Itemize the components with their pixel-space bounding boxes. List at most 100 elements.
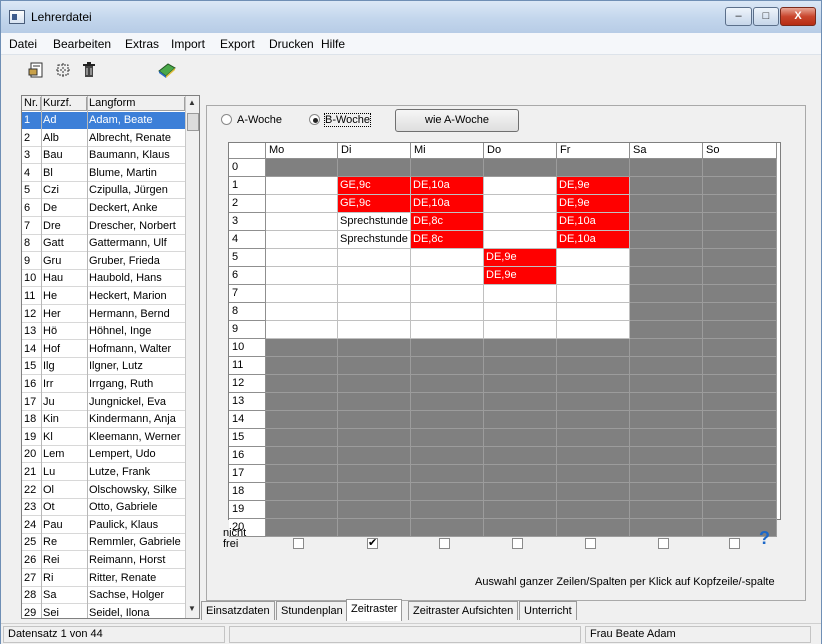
- grid-corner[interactable]: [229, 143, 266, 159]
- day-header[interactable]: Fr: [557, 143, 630, 159]
- nicht-frei-checkbox[interactable]: [729, 538, 740, 549]
- timetable-cell[interactable]: [557, 321, 630, 339]
- timetable-lesson-cell[interactable]: DE,10a: [557, 231, 630, 249]
- timetable-cell[interactable]: [266, 465, 338, 483]
- timetable-cell[interactable]: [630, 267, 703, 285]
- teacher-row[interactable]: 21 Lu Lutze, Frank: [22, 464, 185, 481]
- timetable-cell[interactable]: [338, 465, 411, 483]
- day-header[interactable]: Di: [338, 143, 411, 159]
- day-header[interactable]: Do: [484, 143, 557, 159]
- timetable-cell[interactable]: [411, 519, 484, 537]
- scroll-up-icon[interactable]: ▲: [188, 98, 196, 107]
- timetable-cell[interactable]: [411, 267, 484, 285]
- timetable-cell[interactable]: [484, 429, 557, 447]
- timetable-cell[interactable]: [630, 303, 703, 321]
- timetable-cell[interactable]: [484, 357, 557, 375]
- menu-export[interactable]: Export: [220, 37, 255, 51]
- teacher-row[interactable]: 17 Ju Jungnickel, Eva: [22, 394, 185, 411]
- timetable-cell[interactable]: [266, 411, 338, 429]
- period-header[interactable]: 12: [229, 375, 266, 393]
- timetable-cell[interactable]: [338, 285, 411, 303]
- timetable-lesson-cell[interactable]: DE,9e: [484, 267, 557, 285]
- teacher-row[interactable]: 28 Sa Sachse, Holger: [22, 587, 185, 605]
- teacher-row[interactable]: 12 Her Hermann, Bernd: [22, 306, 185, 323]
- timetable-cell[interactable]: [703, 375, 777, 393]
- timetable-cell[interactable]: [703, 339, 777, 357]
- timetable-cell[interactable]: [703, 213, 777, 231]
- timetable-cell[interactable]: [484, 303, 557, 321]
- scroll-thumb[interactable]: [187, 113, 199, 131]
- timetable-cell[interactable]: [338, 159, 411, 177]
- timetable-cell[interactable]: [338, 357, 411, 375]
- period-header[interactable]: 8: [229, 303, 266, 321]
- teacher-row[interactable]: 20 Lem Lempert, Udo: [22, 446, 185, 464]
- menu-import[interactable]: Import: [171, 37, 205, 51]
- scroll-down-icon[interactable]: ▼: [188, 604, 196, 613]
- timetable-cell[interactable]: [703, 483, 777, 501]
- period-header[interactable]: 10: [229, 339, 266, 357]
- timetable-cell[interactable]: [484, 339, 557, 357]
- timetable-cell[interactable]: [630, 321, 703, 339]
- period-header[interactable]: 7: [229, 285, 266, 303]
- timetable-cell[interactable]: [630, 393, 703, 411]
- timetable-cell[interactable]: [411, 501, 484, 519]
- period-header[interactable]: 3: [229, 213, 266, 231]
- trash-icon[interactable]: [79, 61, 99, 81]
- timetable-cell[interactable]: [557, 393, 630, 411]
- timetable-cell[interactable]: [338, 411, 411, 429]
- teacher-row[interactable]: 22 Ol Olschowsky, Silke: [22, 482, 185, 499]
- period-header[interactable]: 4: [229, 231, 266, 249]
- timetable-cell[interactable]: [338, 267, 411, 285]
- timetable-cell[interactable]: [557, 519, 630, 537]
- timetable-cell[interactable]: [411, 249, 484, 267]
- timetable-lesson-cell[interactable]: GE,9c: [338, 195, 411, 213]
- timetable-cell[interactable]: [557, 159, 630, 177]
- timetable-cell[interactable]: [266, 519, 338, 537]
- teacher-row[interactable]: 8 Gatt Gattermann, Ulf: [22, 235, 185, 253]
- teacher-row[interactable]: 15 Ilg Ilgner, Lutz: [22, 358, 185, 376]
- timetable-cell[interactable]: [484, 375, 557, 393]
- timetable-cell[interactable]: [630, 519, 703, 537]
- timetable-cell[interactable]: [484, 483, 557, 501]
- timetable-cell[interactable]: [630, 285, 703, 303]
- timetable-cell[interactable]: [484, 393, 557, 411]
- day-header[interactable]: Mi: [411, 143, 484, 159]
- timetable-cell[interactable]: [557, 501, 630, 519]
- teacher-row[interactable]: 3 Bau Baumann, Klaus: [22, 147, 185, 165]
- timetable-cell[interactable]: [703, 177, 777, 195]
- timetable-cell[interactable]: [411, 447, 484, 465]
- teacher-row[interactable]: 19 Kl Kleemann, Werner: [22, 429, 185, 446]
- timetable-cell[interactable]: [266, 249, 338, 267]
- timetable-cell[interactable]: [411, 159, 484, 177]
- teacher-row[interactable]: 10 Hau Haubold, Hans: [22, 270, 185, 288]
- timetable-cell[interactable]: [703, 411, 777, 429]
- timetable-cell[interactable]: [338, 483, 411, 501]
- day-header[interactable]: So: [703, 143, 777, 159]
- teacher-row[interactable]: 27 Ri Ritter, Renate: [22, 570, 185, 587]
- timetable-cell[interactable]: [703, 429, 777, 447]
- timetable-lesson-cell[interactable]: DE,10a: [411, 195, 484, 213]
- radio-b-woche-dot[interactable]: [309, 114, 320, 125]
- timetable-cell[interactable]: [266, 285, 338, 303]
- timetable-cell[interactable]: [703, 357, 777, 375]
- period-header[interactable]: 15: [229, 429, 266, 447]
- timetable-cell[interactable]: [338, 303, 411, 321]
- period-header[interactable]: 18: [229, 483, 266, 501]
- timetable-cell[interactable]: [630, 159, 703, 177]
- timetable-cell[interactable]: [630, 501, 703, 519]
- period-header[interactable]: 0: [229, 159, 266, 177]
- copy-a-week-button[interactable]: wie A-Woche: [395, 109, 519, 132]
- timetable-cell[interactable]: [484, 231, 557, 249]
- timetable-cell[interactable]: [484, 519, 557, 537]
- timetable-cell[interactable]: [266, 231, 338, 249]
- period-header[interactable]: 19: [229, 501, 266, 519]
- timetable-cell[interactable]: [557, 483, 630, 501]
- timetable-cell[interactable]: [630, 375, 703, 393]
- timetable-lesson-cell[interactable]: DE,8c: [411, 213, 484, 231]
- new-record-icon[interactable]: [27, 61, 47, 81]
- period-header[interactable]: 5: [229, 249, 266, 267]
- timetable-cell[interactable]: [630, 339, 703, 357]
- timetable-cell[interactable]: [266, 357, 338, 375]
- timetable-cell[interactable]: [557, 429, 630, 447]
- timetable-cell[interactable]: [266, 195, 338, 213]
